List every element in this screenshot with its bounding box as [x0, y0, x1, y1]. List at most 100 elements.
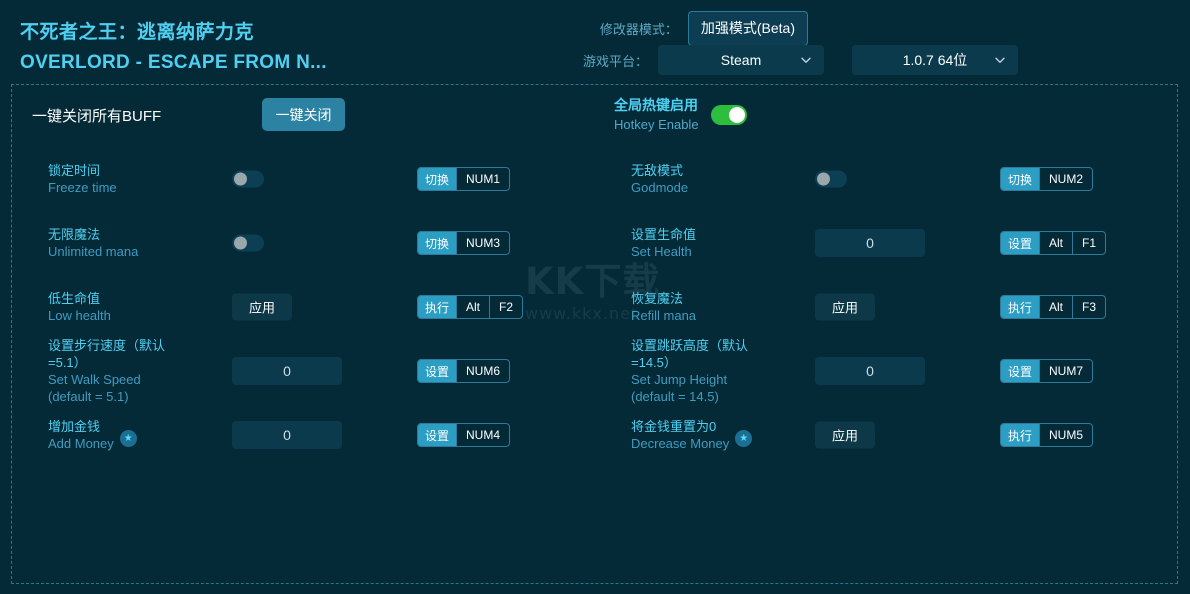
cheat-row: 低生命值 Low health 应用 执行 Alt F2 — [12, 275, 595, 339]
cheat-value-input[interactable]: 0 — [232, 421, 342, 449]
cheat-label-text: 增加金钱 Add Money — [48, 418, 114, 452]
hotkey-key: NUM3 — [456, 232, 509, 254]
hotkey-action-label: 切换 — [418, 232, 457, 254]
cheat-label-text: 锁定时间 Freeze time — [48, 162, 117, 196]
cheat-row: 增加金钱 Add Money ★ 0 设置 NUM4 — [12, 403, 595, 467]
hotkey-badge[interactable]: 设置 NUM7 — [1000, 359, 1094, 383]
hotkey-key: NUM4 — [456, 424, 509, 446]
header: 不死者之王：逃离纳萨力克 OVERLORD - ESCAPE FROM N...… — [0, 0, 1190, 84]
mode-row: 修改器模式： 加强模式(Beta) — [600, 11, 808, 46]
enhanced-mode-button[interactable]: 加强模式(Beta) — [687, 11, 808, 46]
cheat-apply-button[interactable]: 应用 — [815, 421, 875, 449]
premium-star-icon: ★ — [735, 430, 753, 447]
cheat-apply-button[interactable]: 应用 — [815, 293, 875, 321]
cheat-row: 将金钱重置为0 Decrease Money ★ 应用 执行 NUM5 — [595, 403, 1178, 467]
toggle-knob — [817, 172, 830, 186]
cheat-label-text: 无敌模式 Godmode — [631, 162, 688, 196]
cheat-value-input[interactable]: 0 — [232, 357, 342, 385]
toggle-knob — [234, 236, 247, 250]
cheat-label-cn: 增加金钱 — [48, 419, 101, 434]
cheat-panel: 一键关闭所有BUFF 一键关闭 全局热键启用 Hotkey Enable 锁定时… — [11, 84, 1178, 584]
hotkey-badge[interactable]: 执行 Alt F3 — [1000, 295, 1107, 319]
cheat-toggle[interactable] — [232, 170, 264, 188]
version-select[interactable]: 1.0.7 64位 — [852, 45, 1018, 75]
cheat-label-text: 低生命值 Low health — [48, 290, 111, 324]
platform-select[interactable]: Steam — [658, 45, 824, 75]
hotkey-badge[interactable]: 设置 Alt F1 — [1000, 231, 1107, 255]
cheat-label-en: Freeze time — [48, 180, 117, 195]
hotkey-action-label: 切换 — [1001, 168, 1040, 190]
hotkey-key: NUM6 — [456, 360, 509, 382]
cheat-toggle[interactable] — [232, 234, 264, 252]
cheat-label-text: 设置生命值 Set Health — [631, 226, 696, 260]
hotkey-key: NUM2 — [1039, 168, 1092, 190]
hotkey-key: NUM1 — [456, 168, 509, 190]
hotkey-key: Alt — [456, 296, 489, 318]
cheat-row: 无限魔法 Unlimited mana 切换 NUM3 — [12, 211, 595, 275]
cheat-row: 设置步行速度（默认=5.1） Set Walk Speed (default = … — [12, 337, 595, 405]
hotkey-badge[interactable]: 执行 NUM5 — [1000, 423, 1094, 447]
cheat-labels: 设置步行速度（默认=5.1） Set Walk Speed (default = … — [48, 337, 198, 405]
hotkey-action-label: 设置 — [418, 360, 457, 382]
hotkey-action-label: 执行 — [1001, 296, 1040, 318]
toggle-knob — [728, 107, 745, 123]
hotkey-enable-label-cn: 全局热键启用 — [614, 97, 698, 113]
page-title-en: OVERLORD - ESCAPE FROM N... — [20, 52, 327, 73]
hotkey-action-label: 执行 — [418, 296, 457, 318]
cheat-labels: 将金钱重置为0 Decrease Money ★ — [631, 418, 781, 452]
cheat-row: 锁定时间 Freeze time 切换 NUM1 — [12, 147, 595, 211]
cheat-label-cn: 将金钱重置为0 — [631, 419, 717, 434]
cheat-control — [232, 234, 382, 252]
hotkey-badge[interactable]: 设置 NUM4 — [417, 423, 511, 447]
cheat-control — [815, 170, 965, 188]
cheat-label-cn: 设置生命值 — [631, 227, 697, 242]
cheat-toggle[interactable] — [815, 170, 847, 188]
cheat-label-cn: 无限魔法 — [48, 227, 101, 242]
hotkey-action-label: 设置 — [1001, 360, 1040, 382]
hotkey-key: NUM5 — [1039, 424, 1092, 446]
cheat-label-text: 无限魔法 Unlimited mana — [48, 226, 138, 260]
hotkey-action-label: 设置 — [418, 424, 457, 446]
cheat-value-input[interactable]: 0 — [815, 229, 925, 257]
cheat-label-text: 将金钱重置为0 Decrease Money — [631, 418, 729, 452]
hotkey-badge[interactable]: 设置 NUM6 — [417, 359, 511, 383]
cheat-label-en: Godmode — [631, 180, 689, 195]
cheat-label-text: 设置步行速度（默认=5.1） Set Walk Speed (default = … — [48, 337, 180, 405]
cheat-label-en: Unlimited mana — [48, 244, 139, 259]
hotkey-action-label: 切换 — [418, 168, 457, 190]
cheat-labels: 设置跳跃高度（默认=14.5） Set Jump Height (default … — [631, 337, 781, 405]
chevron-down-icon — [994, 54, 1006, 66]
cheat-label-text: 恢复魔法 Refill mana — [631, 290, 696, 324]
cheat-control: 0 — [232, 421, 382, 449]
cheat-label-cn: 低生命值 — [48, 291, 101, 306]
hotkey-action-label: 设置 — [1001, 232, 1040, 254]
cheat-row: 设置生命值 Set Health 0 设置 Alt F1 — [595, 211, 1178, 275]
cheat-label-en: Set Jump Height (default = 14.5) — [631, 372, 728, 404]
hotkey-badge[interactable]: 执行 Alt F2 — [417, 295, 524, 319]
cheat-label-en: Add Money — [48, 436, 114, 451]
hotkey-enable-toggle[interactable] — [710, 105, 747, 125]
hotkey-key: F2 — [489, 296, 522, 318]
cheat-value-input[interactable]: 0 — [815, 357, 925, 385]
cheat-labels: 设置生命值 Set Health — [631, 226, 781, 260]
cheat-row: 设置跳跃高度（默认=14.5） Set Jump Height (default … — [595, 337, 1178, 405]
chevron-down-icon — [800, 54, 812, 66]
cheat-row: 无敌模式 Godmode 切换 NUM2 — [595, 147, 1178, 211]
cheat-row: 恢复魔法 Refill mana 应用 执行 Alt F3 — [595, 275, 1178, 339]
cheat-labels: 低生命值 Low health — [48, 290, 198, 324]
cheat-control: 应用 — [232, 293, 382, 321]
platform-label: 游戏平台： — [582, 53, 648, 69]
hotkey-badge[interactable]: 切换 NUM3 — [417, 231, 511, 255]
cheat-label-en: Set Walk Speed (default = 5.1) — [48, 372, 141, 404]
toggle-knob — [234, 172, 247, 186]
close-all-buff-button[interactable]: 一键关闭 — [262, 98, 345, 131]
hotkey-badge[interactable]: 切换 NUM1 — [417, 167, 511, 191]
cheat-apply-button[interactable]: 应用 — [232, 293, 292, 321]
cheat-control: 应用 — [815, 421, 965, 449]
cheat-label-en: Decrease Money — [631, 436, 730, 451]
hotkey-badge[interactable]: 切换 NUM2 — [1000, 167, 1094, 191]
cheat-control: 0 — [815, 229, 965, 257]
cheat-control: 0 — [815, 357, 965, 385]
platform-select-value: Steam — [720, 52, 762, 68]
cheat-label-en: Refill mana — [631, 308, 697, 323]
